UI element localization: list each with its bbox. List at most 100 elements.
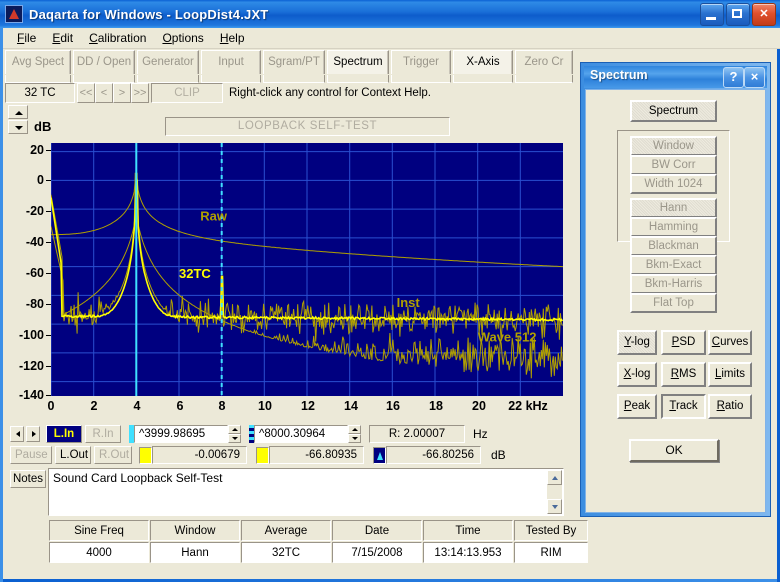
scroll-down-icon[interactable]: [547, 499, 562, 514]
spectrum-dialog-titlebar: Spectrum ? ×: [584, 66, 767, 88]
y-axis-unit-label: dB: [34, 119, 52, 134]
menu-help[interactable]: Help: [212, 29, 253, 47]
tab-strip: Avg Spect DD / Open Generator Input Sgra…: [5, 50, 573, 76]
y-tick-label-m60: -60: [25, 266, 44, 280]
minimize-button[interactable]: [700, 3, 724, 26]
tab-trigger[interactable]: Trigger: [391, 50, 451, 74]
tab-spectrum[interactable]: Spectrum: [327, 50, 389, 74]
track-button[interactable]: Track: [661, 394, 706, 419]
notes-label[interactable]: Notes: [10, 470, 46, 488]
pause-button[interactable]: Pause: [10, 446, 52, 464]
menu-calibration[interactable]: Calibration: [81, 29, 154, 47]
value-average[interactable]: 32TC: [241, 542, 331, 563]
tab-underflange-8: [453, 75, 513, 83]
window-title: Daqarta for Windows - LoopDist4.JXT: [29, 6, 269, 22]
maximize-button[interactable]: [726, 3, 750, 26]
tab-x-axis[interactable]: X-Axis: [453, 50, 513, 74]
menu-options[interactable]: Options: [154, 29, 211, 47]
right-input-button[interactable]: R.In: [85, 425, 121, 443]
cursor-2-frequency-spinner[interactable]: [348, 425, 361, 443]
psd-button[interactable]: PSD: [661, 330, 706, 355]
tab-underflange-6: [327, 75, 389, 83]
y-tick-label-0: 0: [37, 173, 44, 187]
cursor-1-frequency-spinner[interactable]: [228, 425, 241, 443]
x-tick-label-16: 16: [386, 399, 400, 413]
notes-textarea[interactable]: Sound Card Loopback Self-Test: [48, 468, 564, 516]
spectrum-dialog: Spectrum ? × Spectrum Window BW Corr Wid…: [580, 62, 771, 517]
notes-scrollbar[interactable]: [547, 470, 562, 514]
menu-edit[interactable]: Edit: [44, 29, 81, 47]
help-button[interactable]: ?: [723, 67, 744, 88]
tab-input[interactable]: Input: [201, 50, 261, 74]
tab-dd-open[interactable]: DD / Open: [73, 50, 135, 74]
right-output-button[interactable]: R.Out: [94, 446, 132, 464]
test-info-table: Sine Freq Window Average Date Time Teste…: [48, 519, 589, 564]
y-log-button[interactable]: Y-log: [617, 330, 657, 355]
menu-bar: File Edit Calibration Options Help: [3, 28, 780, 49]
x-tick-label-14: 14: [344, 399, 358, 413]
tab-avg-spect[interactable]: Avg Spect: [5, 50, 71, 74]
header-average: Average: [241, 520, 331, 541]
left-input-button[interactable]: L.In: [46, 425, 82, 443]
x-tick-label-22-khz: 22 kHz: [508, 399, 548, 413]
spectrum-plot[interactable]: Raw 32TC Inst Wave 512: [51, 143, 563, 396]
window-button[interactable]: Window: [630, 136, 717, 156]
application-window: Daqarta for Windows - LoopDist4.JXT ✕ Fi…: [0, 0, 780, 582]
left-output-button[interactable]: L.Out: [55, 446, 91, 464]
close-button[interactable]: ✕: [752, 3, 776, 26]
bw-corr-button[interactable]: BW Corr: [630, 155, 717, 175]
value-date[interactable]: 7/15/2008: [332, 542, 422, 563]
x-tick-label-2: 2: [90, 399, 98, 413]
nav-prev-button[interactable]: <: [95, 83, 113, 103]
x-tick-label-18: 18: [429, 399, 443, 413]
header-time: Time: [423, 520, 513, 541]
selftest-banner: LOOPBACK SELF-TEST: [165, 117, 450, 136]
nav-first-button[interactable]: <<: [77, 83, 95, 103]
peak-button[interactable]: Peak: [617, 394, 657, 419]
x-tick-label-8: 8: [218, 399, 226, 413]
y-tick-label-m20: -20: [25, 204, 44, 218]
tab-underflange-9: [515, 75, 573, 83]
x-tick-label-12: 12: [301, 399, 315, 413]
cursor-2-level-field: -66.80935: [269, 446, 364, 464]
readout-row-level: Pause L.Out R.Out -0.00679 -66.80935 -66…: [10, 445, 566, 465]
db-scale-up-icon[interactable]: [8, 105, 28, 119]
tab-underflange-1: [5, 75, 71, 83]
spectrum-plot-svg: Raw 32TC Inst Wave 512: [51, 143, 563, 396]
x-log-button[interactable]: X-log: [617, 362, 657, 387]
cursor-1-frequency-field[interactable]: ^3999.98695: [134, 425, 228, 443]
cursor-2-level-swatch: [256, 446, 269, 464]
value-sine-freq[interactable]: 4000: [49, 542, 149, 563]
spectrum-toggle-button[interactable]: Spectrum: [630, 100, 717, 122]
spectrum-dialog-title: Spectrum: [590, 68, 648, 82]
db-scale-spinner[interactable]: [8, 105, 28, 135]
ok-button[interactable]: OK: [629, 439, 719, 462]
title-bar: Daqarta for Windows - LoopDist4.JXT ✕: [0, 0, 780, 28]
scroll-up-icon[interactable]: [547, 470, 562, 485]
tab-generator[interactable]: Generator: [137, 50, 199, 74]
nav-next-button[interactable]: >: [113, 83, 131, 103]
time-constant-display[interactable]: 32 TC: [5, 83, 75, 103]
value-time[interactable]: 13:14:13.953: [423, 542, 513, 563]
cursor-right-button[interactable]: [26, 426, 40, 442]
x-tick-label-20: 20: [472, 399, 486, 413]
tab-sgram-pt[interactable]: Sgram/PT: [263, 50, 325, 74]
nav-last-button[interactable]: >>: [131, 83, 149, 103]
cursor-2-frequency-field[interactable]: ^8000.30964: [254, 425, 348, 443]
rms-button[interactable]: RMS: [661, 362, 706, 387]
tab-zero-cr[interactable]: Zero Cr: [515, 50, 573, 74]
value-tested-by[interactable]: RIM: [514, 542, 588, 563]
dialog-close-button[interactable]: ×: [744, 67, 765, 88]
db-scale-down-icon[interactable]: [8, 120, 28, 134]
cursor-left-button[interactable]: [10, 426, 24, 442]
value-window[interactable]: Hann: [150, 542, 240, 563]
curves-button[interactable]: Curves: [708, 330, 752, 355]
limits-button[interactable]: Limits: [708, 362, 752, 387]
svg-text:Wave 512: Wave 512: [478, 329, 537, 344]
cursor-1-level-field: -0.00679: [152, 446, 247, 464]
header-window: Window: [150, 520, 240, 541]
tab-underflange-4: [201, 75, 261, 83]
menu-file[interactable]: File: [9, 29, 44, 47]
header-sine-freq: Sine Freq: [49, 520, 149, 541]
ratio-button[interactable]: Ratio: [708, 394, 752, 419]
